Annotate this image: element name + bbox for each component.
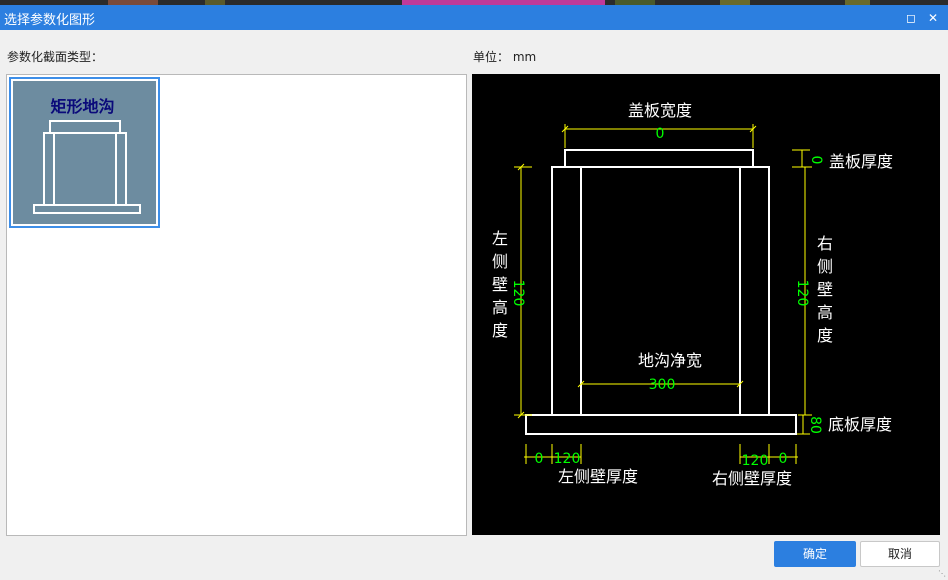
svg-text:壁: 壁 [817,280,833,299]
section-item-rect-trench[interactable]: 矩形地沟 [9,77,160,228]
svg-text:度: 度 [817,326,833,345]
cover-width-value[interactable]: 0 [656,126,665,142]
dimension-lines [514,124,812,464]
svg-text:高: 高 [492,298,508,317]
cover-plate [564,149,754,168]
right-offset-value[interactable]: 0 [779,451,788,467]
svg-text:侧: 侧 [817,257,833,276]
left-wall-height-value[interactable]: 120 [510,280,526,307]
left-wall-thickness-value[interactable]: 120 [554,451,581,467]
right-wall [739,166,770,416]
right-wall-thickness-label: 右侧壁厚度 [712,469,792,488]
svg-text:侧: 侧 [492,252,508,271]
cancel-button[interactable]: 取消 [860,541,940,567]
left-wall [551,166,582,416]
unit-label: 单位： mm [473,50,537,64]
svg-text:左: 左 [492,229,508,248]
cover-width-label: 盖板宽度 [628,101,692,120]
section-type-label: 参数化截面类型： [7,50,104,64]
bottom-plate [525,414,797,435]
maximize-icon[interactable]: ◻ [904,11,918,25]
bottom-thickness-value[interactable]: 80 [807,416,823,434]
right-wall-height-label: 右 侧 壁 高 度 [817,234,833,345]
left-offset-value[interactable]: 0 [535,451,544,467]
bottom-thickness-label: 底板厚度 [828,415,892,434]
svg-text:高: 高 [817,303,833,322]
section-type-list[interactable]: 矩形地沟 [6,74,467,536]
parameter-diagram: 盖板宽度 盖板厚度 地沟净宽 底板厚度 左侧壁厚度 右侧壁厚度 左 侧 壁 高 … [472,74,940,535]
window-title: 选择参数化图形 [4,13,96,28]
net-width-label: 地沟净宽 [638,351,702,370]
left-wall-height-label: 左 侧 壁 高 度 [492,229,508,340]
right-wall-height-value[interactable]: 120 [794,280,810,307]
net-width-value[interactable]: 300 [649,377,676,393]
title-bar: 选择参数化图形 ◻ ✕ [0,5,948,30]
cover-thickness-label: 盖板厚度 [829,152,893,171]
close-icon[interactable]: ✕ [926,11,940,25]
right-wall-thickness-value[interactable]: 120 [742,453,769,469]
svg-text:右: 右 [817,234,833,253]
resize-grip-icon[interactable]: ⋱ [938,570,946,578]
cover-thickness-value[interactable]: 0 [808,156,824,165]
ok-button[interactable]: 确定 [774,541,856,567]
rect-trench-thumbnail-icon [33,120,141,214]
svg-text:度: 度 [492,321,508,340]
svg-text:壁: 壁 [492,275,508,294]
left-wall-thickness-label: 左侧壁厚度 [558,467,638,486]
